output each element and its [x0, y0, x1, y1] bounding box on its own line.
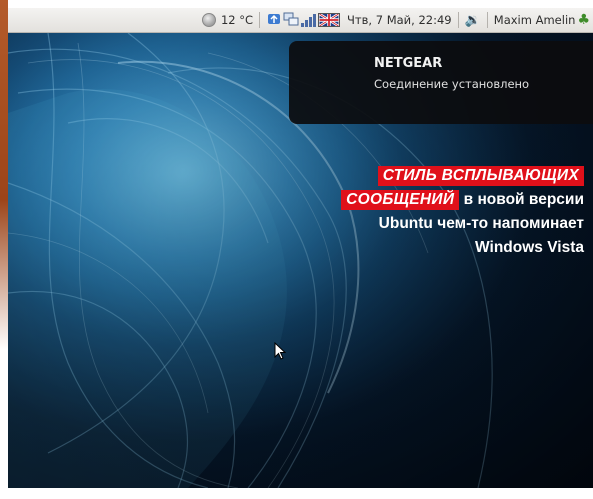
panel-separator [486, 12, 488, 28]
shutdown-icon[interactable]: ♣ [577, 12, 590, 28]
notification-body: Соединение установлено [374, 77, 530, 91]
top-panel: 12 °C Чтв, 7 Май, 22:49 🔉 Maxim Amelin ♣ [8, 8, 593, 33]
desktop-screen: 12 °C Чтв, 7 Май, 22:49 🔉 Maxim Amelin ♣… [8, 8, 593, 488]
caption-line-1: СТИЛЬ ВСПЛЫВАЮЩИХ [314, 164, 584, 188]
caption-highlight-2: СООБЩЕНИЙ [341, 190, 460, 210]
caption-text-3: Windows Vista [475, 239, 584, 256]
caption-line-2: СООБЩЕНИЙ в новой версии [314, 188, 584, 212]
mouse-pointer-icon [274, 342, 286, 360]
volume-icon: 🔉 [464, 12, 481, 28]
weather-applet[interactable]: 12 °C [199, 8, 256, 33]
caption-highlight-1: СТИЛЬ ВСПЛЫВАЮЩИХ [377, 166, 584, 186]
magazine-page-edge [0, 0, 8, 499]
panel-separator [259, 12, 261, 28]
user-name: Maxim Amelin [493, 13, 576, 27]
network-icon[interactable] [283, 12, 299, 29]
clock-text: Чтв, 7 Май, 22:49 [347, 13, 452, 27]
magazine-page-bottom [0, 488, 593, 499]
notification-bubble[interactable]: NETGEAR Соединение установлено [289, 41, 593, 124]
update-icon[interactable] [267, 12, 281, 29]
signal-strength-icon[interactable] [301, 13, 317, 27]
weather-icon [201, 13, 216, 27]
weather-temperature: 12 °C [220, 13, 254, 27]
panel-separator [457, 12, 459, 28]
clock-applet[interactable]: Чтв, 7 Май, 22:49 [344, 8, 455, 33]
magazine-caption: СТИЛЬ ВСПЛЫВАЮЩИХ СООБЩЕНИЙ в новой верс… [314, 164, 584, 260]
caption-text-1: в новой версии [459, 191, 584, 208]
notification-title: NETGEAR [374, 56, 443, 71]
volume-applet[interactable]: 🔉 [462, 8, 484, 33]
notification-area [263, 8, 344, 33]
user-switcher[interactable]: Maxim Amelin ♣ [491, 8, 593, 33]
uk-flag-icon[interactable] [318, 13, 341, 27]
caption-text-2: Ubuntu чем-то напоминает [378, 215, 584, 232]
